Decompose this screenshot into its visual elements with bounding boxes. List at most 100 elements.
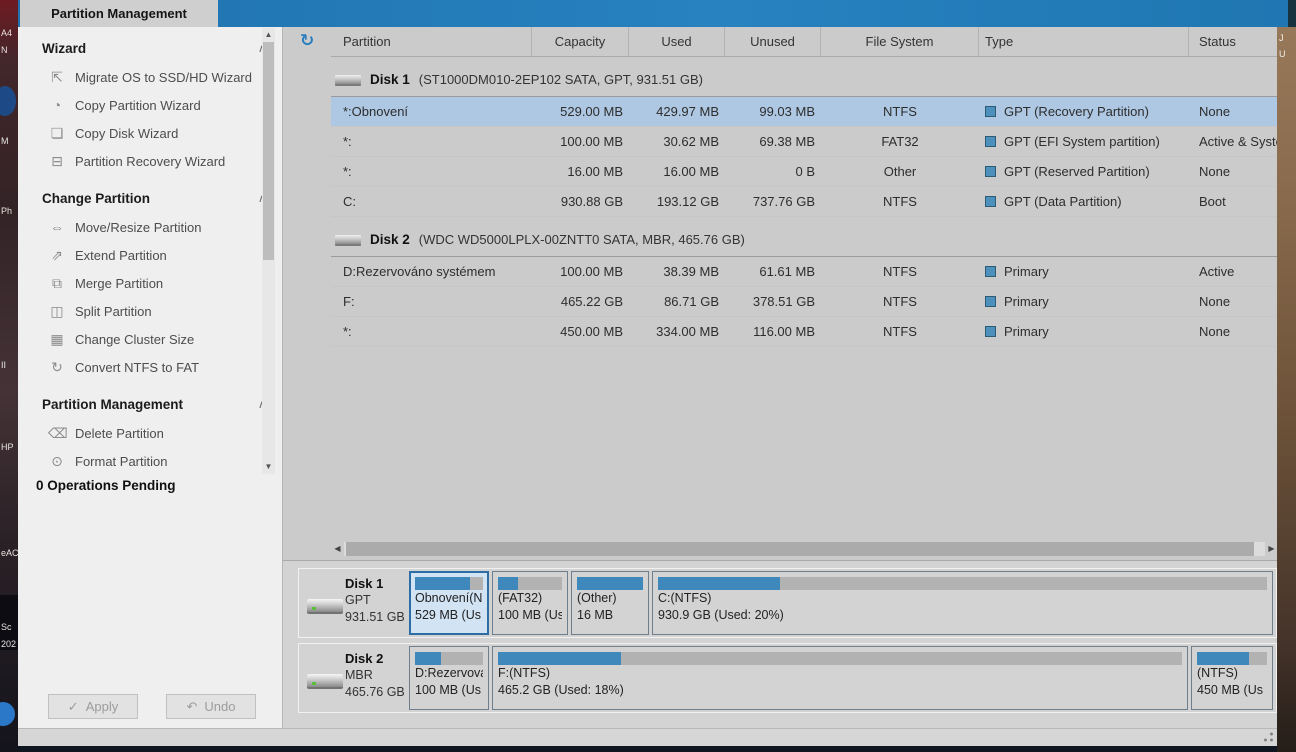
scrollbar-thumb[interactable]	[263, 42, 274, 260]
desktop-icon-label: U	[1279, 49, 1286, 59]
partition-row[interactable]: *: 450.00 MB 334.00 MB 116.00 MB NTFS Pr…	[331, 317, 1278, 347]
cell-type: Primary	[979, 264, 1189, 279]
column-header-capacity[interactable]: Capacity	[532, 27, 629, 56]
block-label: Obnovení(N	[415, 590, 483, 607]
partition-row[interactable]: F: 465.22 GB 86.71 GB 378.51 GB NTFS Pri…	[331, 287, 1278, 317]
desktop-icon-label: II	[1, 360, 6, 370]
sidebar-item-label: Move/Resize Partition	[75, 220, 201, 235]
block-label: (FAT32)	[498, 590, 562, 607]
disk1-map-panel: Disk 1 GPT 931.51 GB Obnovení(N 529 MB (…	[298, 568, 1277, 638]
desktop-icon-label: N	[1, 45, 8, 55]
sidebar-item-label: Copy Partition Wizard	[75, 98, 201, 113]
block-size: 529 MB (Us	[415, 607, 483, 624]
disk-summary: Disk 1 GPT 931.51 GB	[345, 575, 405, 626]
sidebar-item-convert-ntfs-fat[interactable]: ↻ Convert NTFS to FAT	[18, 353, 258, 381]
usage-bar	[498, 577, 562, 590]
sidebar-item-copy-partition[interactable]: ◔ Copy Partition Wizard	[18, 91, 258, 119]
partition-block[interactable]: C:(NTFS) 930.9 GB (Used: 20%)	[652, 571, 1273, 635]
partition-row[interactable]: C: 930.88 GB 193.12 GB 737.76 GB NTFS GP…	[331, 187, 1278, 217]
column-header-partition[interactable]: Partition	[331, 27, 532, 56]
sidebar-item-copy-disk[interactable]: ❏ Copy Disk Wizard	[18, 119, 258, 147]
partition-type-icon	[985, 296, 996, 307]
partition-block[interactable]: D:Rezervová 100 MB (Us	[409, 646, 489, 710]
desktop-icon-label: J	[1279, 33, 1284, 43]
partition-block[interactable]: (FAT32) 100 MB (Us	[492, 571, 568, 635]
disk2-group-row[interactable]: Disk 2 (WDC WD5000LPLX-00ZNTT0 SATA, MBR…	[331, 223, 1278, 257]
block-size: 100 MB (Us	[415, 682, 483, 699]
sidebar-section-change-partition[interactable]: Change Partition ∧	[42, 185, 274, 213]
sidebar-section-partition-management[interactable]: Partition Management ∧	[42, 391, 274, 419]
partition-block[interactable]: (NTFS) 450 MB (Us	[1191, 646, 1273, 710]
partition-row[interactable]: *: 16.00 MB 16.00 MB 0 B Other GPT (Rese…	[331, 157, 1278, 187]
disk-icon	[307, 599, 343, 612]
cell-status: Active	[1189, 264, 1278, 279]
sidebar-item-format-partition[interactable]: ⊙ Format Partition	[18, 447, 258, 475]
sidebar-item-label: Copy Disk Wizard	[75, 126, 178, 141]
sidebar-item-change-cluster-size[interactable]: ▦ Change Cluster Size	[18, 325, 258, 353]
refresh-icon[interactable]: ↻	[300, 31, 314, 51]
sidebar-item-move-resize[interactable]: ⇔ Move/Resize Partition	[18, 213, 258, 241]
partition-row[interactable]: *: 100.00 MB 30.62 MB 69.38 MB FAT32 GPT…	[331, 127, 1278, 157]
sidebar-item-label: Migrate OS to SSD/HD Wizard	[75, 70, 252, 85]
cell-file-system: NTFS	[821, 294, 979, 309]
partition-block[interactable]: (Other) 16 MB	[571, 571, 649, 635]
scroll-down-icon[interactable]: ▼	[262, 460, 275, 474]
scroll-left-icon[interactable]: ◀	[331, 541, 344, 557]
sidebar-item-label: Merge Partition	[75, 276, 163, 291]
resize-grip[interactable]	[1262, 731, 1274, 743]
cell-used: 429.97 MB	[629, 104, 725, 119]
cell-capacity: 100.00 MB	[532, 134, 629, 149]
partition-blocks: Obnovení(N 529 MB (Us (FAT32) 100 MB (Us…	[409, 571, 1273, 635]
sidebar-scrollbar: ▲ ▼	[262, 28, 275, 474]
sidebar-item-delete-partition[interactable]: ⌫ Delete Partition	[18, 419, 258, 447]
desktop-icon-label: eAC	[1, 548, 19, 558]
usage-bar	[498, 652, 1182, 665]
sidebar-item-split-partition[interactable]: ◫ Split Partition	[18, 297, 258, 325]
sidebar-section-wizard[interactable]: Wizard ∧	[42, 35, 274, 63]
undo-button[interactable]: ↶ Undo	[166, 694, 256, 719]
apply-button[interactable]: ✓ Apply	[48, 694, 138, 719]
column-header-unused[interactable]: Unused	[725, 27, 821, 56]
cell-used: 86.71 GB	[629, 294, 725, 309]
block-label: F:(NTFS)	[498, 665, 1182, 682]
cell-type: GPT (EFI System partition)	[979, 134, 1189, 149]
cell-type: GPT (Data Partition)	[979, 194, 1189, 209]
partition-row[interactable]: D:Rezervováno systémem 100.00 MB 38.39 M…	[331, 257, 1278, 287]
partition-recovery-icon: ⊟	[48, 153, 66, 170]
main-panel: ↻ Partition Capacity Used Unused File Sy…	[282, 27, 1277, 728]
move-resize-icon: ⇔	[48, 219, 66, 235]
column-header-used[interactable]: Used	[629, 27, 725, 56]
disk1-group-row[interactable]: Disk 1 (ST1000DM010-2EP102 SATA, GPT, 93…	[331, 63, 1278, 97]
sidebar-item-label: Split Partition	[75, 304, 152, 319]
column-header-type[interactable]: Type	[979, 27, 1189, 56]
block-label: (NTFS)	[1197, 665, 1267, 682]
cell-capacity: 930.88 GB	[532, 194, 629, 209]
sidebar-item-label: Partition Recovery Wizard	[75, 154, 225, 169]
sidebar-item-merge-partition[interactable]: ⧉ Merge Partition	[18, 269, 258, 297]
partition-block[interactable]: Obnovení(N 529 MB (Us	[409, 571, 489, 635]
partition-block[interactable]: F:(NTFS) 465.2 GB (Used: 18%)	[492, 646, 1188, 710]
sidebar-item-label: Extend Partition	[75, 248, 167, 263]
sidebar-item-migrate-os[interactable]: ⇱ Migrate OS to SSD/HD Wizard	[18, 63, 258, 91]
scroll-up-icon[interactable]: ▲	[262, 28, 275, 42]
cell-type: GPT (Recovery Partition)	[979, 104, 1189, 119]
column-header-file-system[interactable]: File System	[821, 27, 979, 56]
operations-pending-text: 0 Operations Pending	[36, 478, 282, 493]
tab-partition-management[interactable]: Partition Management	[20, 0, 218, 27]
sidebar-item-extend-partition[interactable]: ⇗ Extend Partition	[18, 241, 258, 269]
desktop-icon-label: A4	[1, 28, 12, 38]
column-header-status[interactable]: Status	[1189, 27, 1278, 56]
desktop-right-strip: J U	[1277, 27, 1296, 752]
cell-partition: D:Rezervováno systémem	[331, 264, 532, 279]
merge-partition-icon: ⧉	[48, 275, 66, 292]
partition-row[interactable]: *:Obnovení 529.00 MB 429.97 MB 99.03 MB …	[331, 97, 1278, 127]
scrollbar-thumb[interactable]	[346, 542, 1254, 556]
sidebar-item-label: Format Partition	[75, 454, 167, 469]
cell-partition: *:	[331, 324, 532, 339]
sidebar-item-label: Delete Partition	[75, 426, 164, 441]
sidebar-item-partition-recovery[interactable]: ⊟ Partition Recovery Wizard	[18, 147, 258, 175]
cell-status: None	[1189, 104, 1278, 119]
desktop-icon-label: M	[1, 136, 9, 146]
apply-button-label: Apply	[86, 699, 119, 714]
cell-capacity: 16.00 MB	[532, 164, 629, 179]
